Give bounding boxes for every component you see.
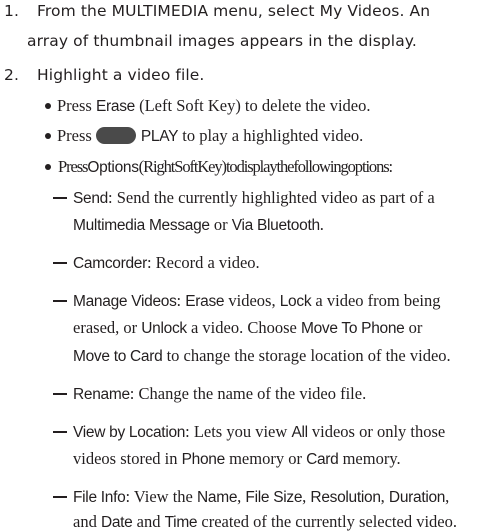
option-term: Rename (73, 386, 130, 403)
dash-icon (53, 496, 67, 499)
option-term: File Info (73, 489, 126, 506)
dash-icon (53, 197, 67, 200)
option-send-line-2: Multimedia Message or Via Bluetooth. (73, 215, 324, 234)
bullet-icon (45, 133, 51, 139)
dash-icon (53, 431, 67, 434)
erase-key-label: Erase (95, 98, 135, 115)
step-text: Highlight a video file. (37, 66, 205, 84)
option-file-info: File Info: View the Name, File Size, Res… (53, 487, 449, 507)
option-term: Manage Videos (73, 293, 177, 310)
play-key-icon (95, 126, 136, 144)
option-view-by-location-line-2: videos stored in Phone memory or Card me… (73, 449, 401, 468)
option-manage-videos-line-2: erased, or Unlock a video. Choose Move T… (73, 318, 423, 337)
step-1-line-2: array of thumbnail images appears in the… (27, 32, 417, 50)
dash-icon (53, 393, 67, 396)
play-key-label: PLAY (140, 128, 179, 145)
bullet-play: Press PLAY to play a highlighted video. (45, 126, 363, 146)
bullet-erase: Press Erase (Left Soft Key) to delete th… (45, 96, 370, 116)
step-number: 2. (4, 66, 19, 84)
option-camcorder: Camcorder: Record a video. (53, 253, 260, 273)
step-text: From the MULTIMEDIA menu, select My Vide… (37, 2, 431, 20)
bullet-icon (45, 103, 51, 109)
option-send: Send: Send the currently highlighted vid… (53, 188, 435, 208)
option-term: Camcorder (73, 255, 147, 272)
dash-icon (53, 300, 67, 303)
step-number: 1. (4, 2, 19, 20)
bullet-icon (45, 164, 51, 170)
option-manage-videos-line-3: Move to Card to change the storage locat… (73, 346, 451, 365)
option-term: View by Location (73, 424, 186, 441)
bullet-options: PressOptions(RightSoftKey)todisplaythefo… (45, 157, 393, 177)
step-1-line-1: 1. From the MULTIMEDIA menu, select My V… (4, 2, 430, 20)
step-2-line-1: 2. Highlight a video file. (4, 66, 204, 84)
option-rename: Rename: Change the name of the video fil… (53, 384, 366, 404)
option-view-by-location: View by Location: Lets you view All vide… (53, 422, 445, 442)
option-term: Send (73, 190, 108, 207)
dash-icon (53, 262, 67, 265)
options-key-label: Options (87, 159, 139, 176)
option-file-info-line-2: and Date and Time created of the current… (73, 512, 457, 531)
option-manage-videos: Manage Videos: Erase videos, Lock a vide… (53, 291, 441, 311)
